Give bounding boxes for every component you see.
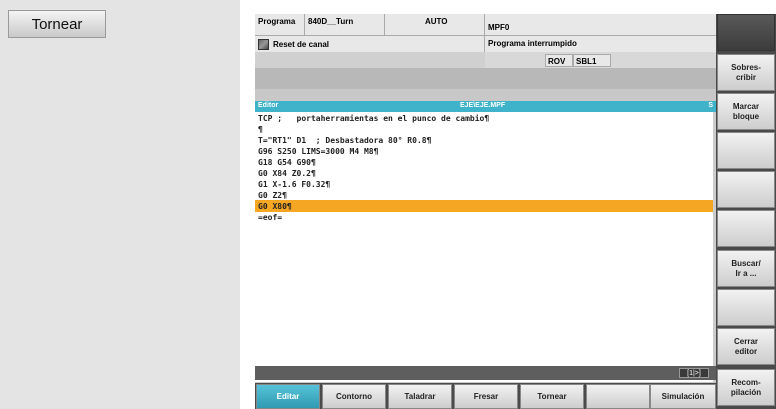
tornear-button[interactable]: Tornear (8, 10, 106, 38)
editor-title-right: S (708, 102, 713, 109)
highlighted-line (255, 200, 716, 212)
code-editor[interactable]: TCP ; portaherramientas en el punco de c… (255, 112, 716, 382)
code-line[interactable]: TCP ; portaherramientas en el punco de c… (258, 113, 489, 124)
code-line[interactable]: ¶ (258, 124, 263, 135)
vsk-blank-5[interactable] (717, 171, 775, 208)
hsk-tornear[interactable]: Tornear (520, 384, 584, 409)
vsk-blank-8[interactable] (717, 289, 775, 326)
code-line[interactable]: G18 G54 G90¶ (258, 157, 316, 168)
channel-status: Reset de canal (255, 36, 485, 52)
code-line[interactable]: G0 X80¶ (258, 201, 292, 212)
left-pane: Tornear (0, 0, 240, 409)
vsk-recompilacion[interactable]: Recom- pilación (717, 369, 775, 406)
machine-path: 840D__Turn (305, 14, 385, 36)
editor-title-bar: Editor EJE\EJE.MPF S (255, 101, 716, 112)
editor-file-name: EJE\EJE.MPF (460, 102, 506, 109)
editor-title: Editor (258, 102, 279, 109)
vsk-buscar[interactable]: Buscar/ Ir a ... (717, 250, 775, 287)
header-blank (255, 52, 485, 68)
hsk-taladrar[interactable]: Taladrar (388, 384, 452, 409)
code-line[interactable]: G96 S250 LIMS=3000 M4 M8¶ (258, 146, 378, 157)
code-line[interactable]: G0 X84 Z0.2¶ (258, 168, 316, 179)
hsk-simulacion[interactable]: Simulación (650, 384, 716, 409)
hsk-contorno[interactable]: Contorno (322, 384, 386, 409)
vsk-blank-top[interactable] (717, 14, 775, 51)
vsk-blank-6[interactable] (717, 210, 775, 247)
editor-status-bar (255, 366, 716, 380)
program-file: MPF0 (485, 14, 716, 36)
hsk-fresar[interactable]: Fresar (454, 384, 518, 409)
reset-icon (258, 38, 269, 50)
program-state: Programa interrumpido (485, 36, 716, 52)
rov-indicator: ROV (545, 54, 573, 67)
code-line[interactable]: =eof= (258, 212, 282, 223)
hsk-editar[interactable]: Editar (256, 384, 320, 409)
vsk-marcar-bloque[interactable]: Marcar bloque (717, 93, 775, 130)
vsk-sobrescribir[interactable]: Sobres- cribir (717, 54, 775, 91)
channel-reset-text: Reset de canal (273, 39, 330, 49)
cnc-screen: Programa 840D__Turn AUTO MPF0 Reset de c… (255, 14, 776, 409)
code-line[interactable]: G1 X-1.6 F0.32¶ (258, 179, 330, 190)
operating-mode: AUTO (385, 14, 485, 36)
status-header: Programa 840D__Turn AUTO MPF0 Reset de c… (255, 14, 716, 89)
code-line[interactable]: T="RT1" D1 ; Desbastadora 80° R0.8¶ (258, 135, 431, 146)
sbl-indicator: SBL1 (573, 54, 611, 67)
header-gray-bar (255, 68, 716, 89)
programa-label: Programa (255, 14, 305, 36)
vsk-cerrar-editor[interactable]: Cerrar editor (717, 328, 775, 365)
page-indicator: [1|>] (679, 368, 709, 378)
hsk-blank[interactable] (586, 384, 650, 409)
vsk-blank-4[interactable] (717, 132, 775, 169)
